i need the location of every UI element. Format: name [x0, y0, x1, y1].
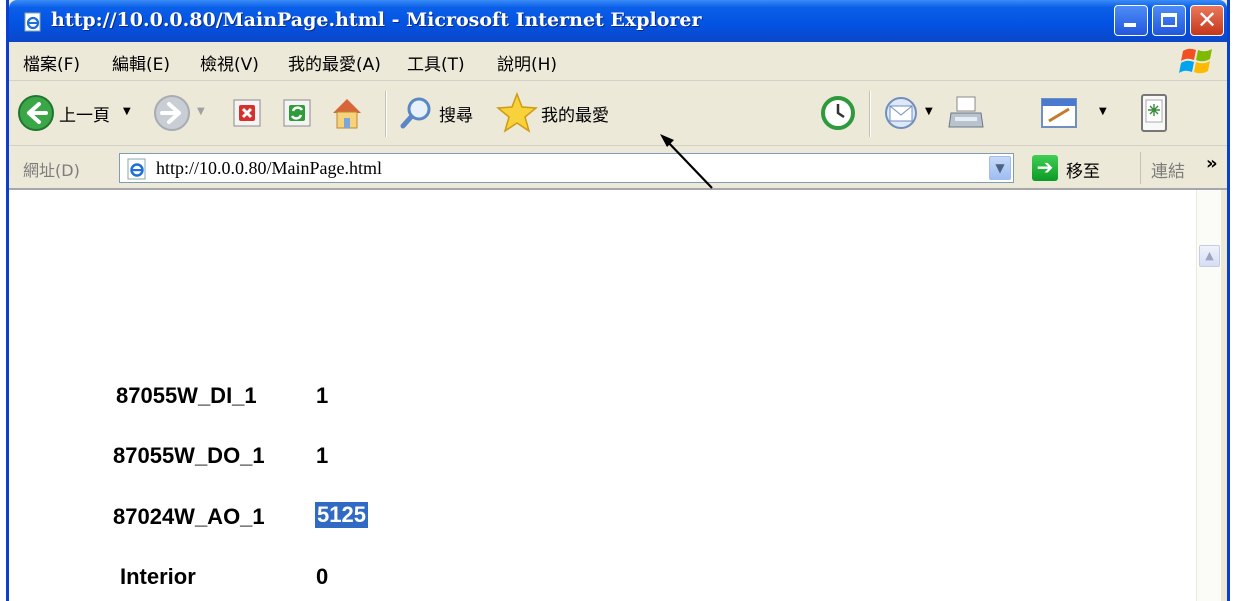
menu-tools[interactable]: 工具(T) — [407, 50, 465, 75]
window-title: http://10.0.0.80/MainPage.html - Microso… — [51, 9, 702, 31]
row-label-interior: Interior — [120, 564, 196, 589]
ie-page-icon — [24, 12, 41, 32]
go-button[interactable]: 移至 — [1066, 157, 1100, 182]
close-button[interactable]: ✕ — [1190, 5, 1224, 36]
standard-toolbar: 上一頁 ▼ ▼ 搜尋 我的最愛 ▼ ▼ — [9, 81, 1227, 146]
home-icon[interactable] — [327, 93, 367, 133]
back-arrow-icon[interactable] — [17, 94, 55, 132]
close-icon: ✕ — [1196, 6, 1218, 34]
mail-icon[interactable] — [883, 95, 923, 131]
row-value-interior: 0 — [316, 564, 329, 589]
menu-view[interactable]: 檢視(V) — [200, 50, 259, 75]
menu-file[interactable]: 檔案(F) — [23, 50, 80, 75]
toolbar-separator — [385, 91, 387, 137]
scroll-up-icon[interactable]: ▲ — [1199, 245, 1220, 267]
edit-dropdown-icon[interactable]: ▼ — [1099, 106, 1107, 117]
menu-bar: 檔案(F) 編輯(E) 檢視(V) 我的最愛(A) 工具(T) 說明(H) — [9, 42, 1227, 81]
row-label-di: 87055W_DI_1 — [116, 383, 257, 408]
messenger-icon[interactable] — [1139, 93, 1169, 133]
row-label-do: 87055W_DO_1 — [113, 443, 265, 468]
back-label[interactable]: 上一頁 — [59, 101, 110, 126]
forward-dropdown-icon[interactable]: ▼ — [197, 106, 205, 117]
search-icon[interactable] — [399, 95, 435, 131]
menu-help[interactable]: 說明(H) — [497, 50, 557, 75]
address-input[interactable]: http://10.0.0.80/MainPage.html ▼ — [119, 153, 1014, 183]
chevron-down-icon[interactable]: ▼ — [989, 156, 1011, 180]
star-icon[interactable] — [495, 91, 539, 135]
search-label[interactable]: 搜尋 — [439, 101, 473, 126]
address-label: 網址(D) — [23, 161, 80, 180]
forward-arrow-icon[interactable] — [153, 94, 191, 132]
row-label-ao: 87024W_AO_1 — [113, 504, 265, 529]
edit-icon[interactable] — [1039, 95, 1079, 131]
links-button[interactable]: 連結 — [1151, 157, 1185, 182]
minimize-button[interactable] — [1114, 5, 1148, 36]
menu-edit[interactable]: 編輯(E) — [112, 50, 170, 75]
address-url[interactable]: http://10.0.0.80/MainPage.html — [156, 158, 382, 179]
favorites-label[interactable]: 我的最愛 — [541, 101, 609, 126]
vertical-scrollbar[interactable]: ▲ — [1196, 190, 1221, 601]
address-bar: 網址(D) http://10.0.0.80/MainPage.html ▼ ➔… — [9, 146, 1227, 190]
refresh-icon[interactable] — [281, 97, 313, 129]
toolbar-separator — [869, 91, 871, 137]
back-dropdown-icon[interactable]: ▼ — [123, 106, 131, 117]
row-value-do: 1 — [316, 443, 329, 468]
menu-favorites[interactable]: 我的最愛(A) — [288, 50, 381, 75]
mail-dropdown-icon[interactable]: ▼ — [925, 106, 933, 117]
maximize-button[interactable] — [1152, 5, 1186, 36]
chevron-right-icon[interactable]: » — [1206, 153, 1218, 174]
toolbar-separator — [1140, 152, 1141, 184]
history-icon[interactable] — [819, 94, 857, 132]
stop-icon[interactable] — [231, 97, 263, 129]
go-arrow-icon[interactable]: ➔ — [1032, 155, 1058, 181]
title-bar[interactable]: http://10.0.0.80/MainPage.html - Microso… — [9, 0, 1227, 42]
row-value-ao[interactable]: 5125 — [315, 502, 368, 528]
page-content: 87055W_DI_1 1 87055W_DO_1 1 87024W_AO_1 … — [9, 190, 1205, 601]
row-value-di: 1 — [316, 383, 329, 408]
ie-page-icon — [127, 158, 146, 180]
windows-flag-icon — [1179, 48, 1212, 74]
print-icon[interactable] — [947, 93, 987, 133]
